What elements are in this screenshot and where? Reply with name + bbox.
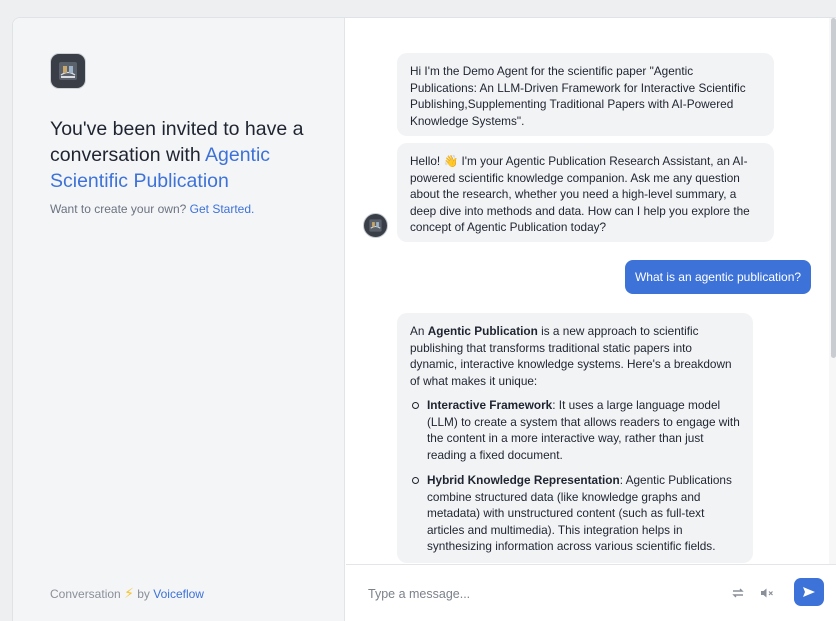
agent-message-intro: Hi I'm the Demo Agent for the scientific… (397, 53, 774, 136)
create-prompt: Want to create your own? (50, 202, 187, 216)
send-icon (803, 587, 815, 597)
bullet-title: Hybrid Knowledge Representation (427, 473, 620, 487)
voiceflow-link[interactable]: Voiceflow (153, 587, 204, 601)
answer-intro-bold: Agentic Publication (427, 324, 538, 338)
agent-avatar (363, 213, 388, 238)
invite-heading: You've been invited to have a conversati… (50, 116, 330, 194)
user-message: What is an agentic publication? (625, 260, 811, 294)
bullet-title: Interactive Framework (427, 398, 553, 412)
chat-panel: Hi I'm the Demo Agent for the scientific… (346, 18, 836, 621)
speaker-mute-icon[interactable] (757, 583, 777, 603)
sidebar: You've been invited to have a conversati… (13, 18, 345, 621)
answer-intro-prefix: An (410, 324, 425, 338)
agent-message-answer: An Agentic Publication is a new approach… (397, 313, 753, 563)
powered-by-footer: Conversation ⚡ by Voiceflow (50, 585, 204, 602)
list-item: Hybrid Knowledge Representation: Agentic… (410, 472, 740, 555)
lightning-bolt-icon: ⚡ (124, 585, 134, 601)
create-own-text: Want to create your own? Get Started. (50, 202, 254, 216)
chat-widget: You've been invited to have a conversati… (12, 17, 836, 621)
footer-prefix: Conversation (50, 587, 121, 601)
refresh-icon[interactable] (728, 583, 748, 603)
answer-bullet-list: Interactive Framework: It uses a large l… (410, 397, 740, 555)
list-item: Interactive Framework: It uses a large l… (410, 397, 740, 463)
footer-by: by (137, 587, 150, 601)
greeting-text: I'm your Agentic Publication Research As… (410, 154, 750, 234)
chat-scrollbar[interactable] (829, 18, 836, 564)
get-started-link[interactable]: Get Started. (190, 202, 255, 216)
message-composer (346, 564, 836, 621)
message-input[interactable] (368, 583, 688, 605)
greeting-prefix: Hello! (410, 154, 441, 168)
answer-intro: An Agentic Publication is a new approach… (410, 323, 740, 389)
library-logo-icon (51, 54, 85, 88)
waving-hand-icon: 👋 (443, 154, 459, 168)
scroll-thumb[interactable] (831, 18, 836, 358)
agent-message-greeting: Hello! 👋 I'm your Agentic Publication Re… (397, 143, 774, 242)
send-button[interactable] (794, 578, 824, 606)
